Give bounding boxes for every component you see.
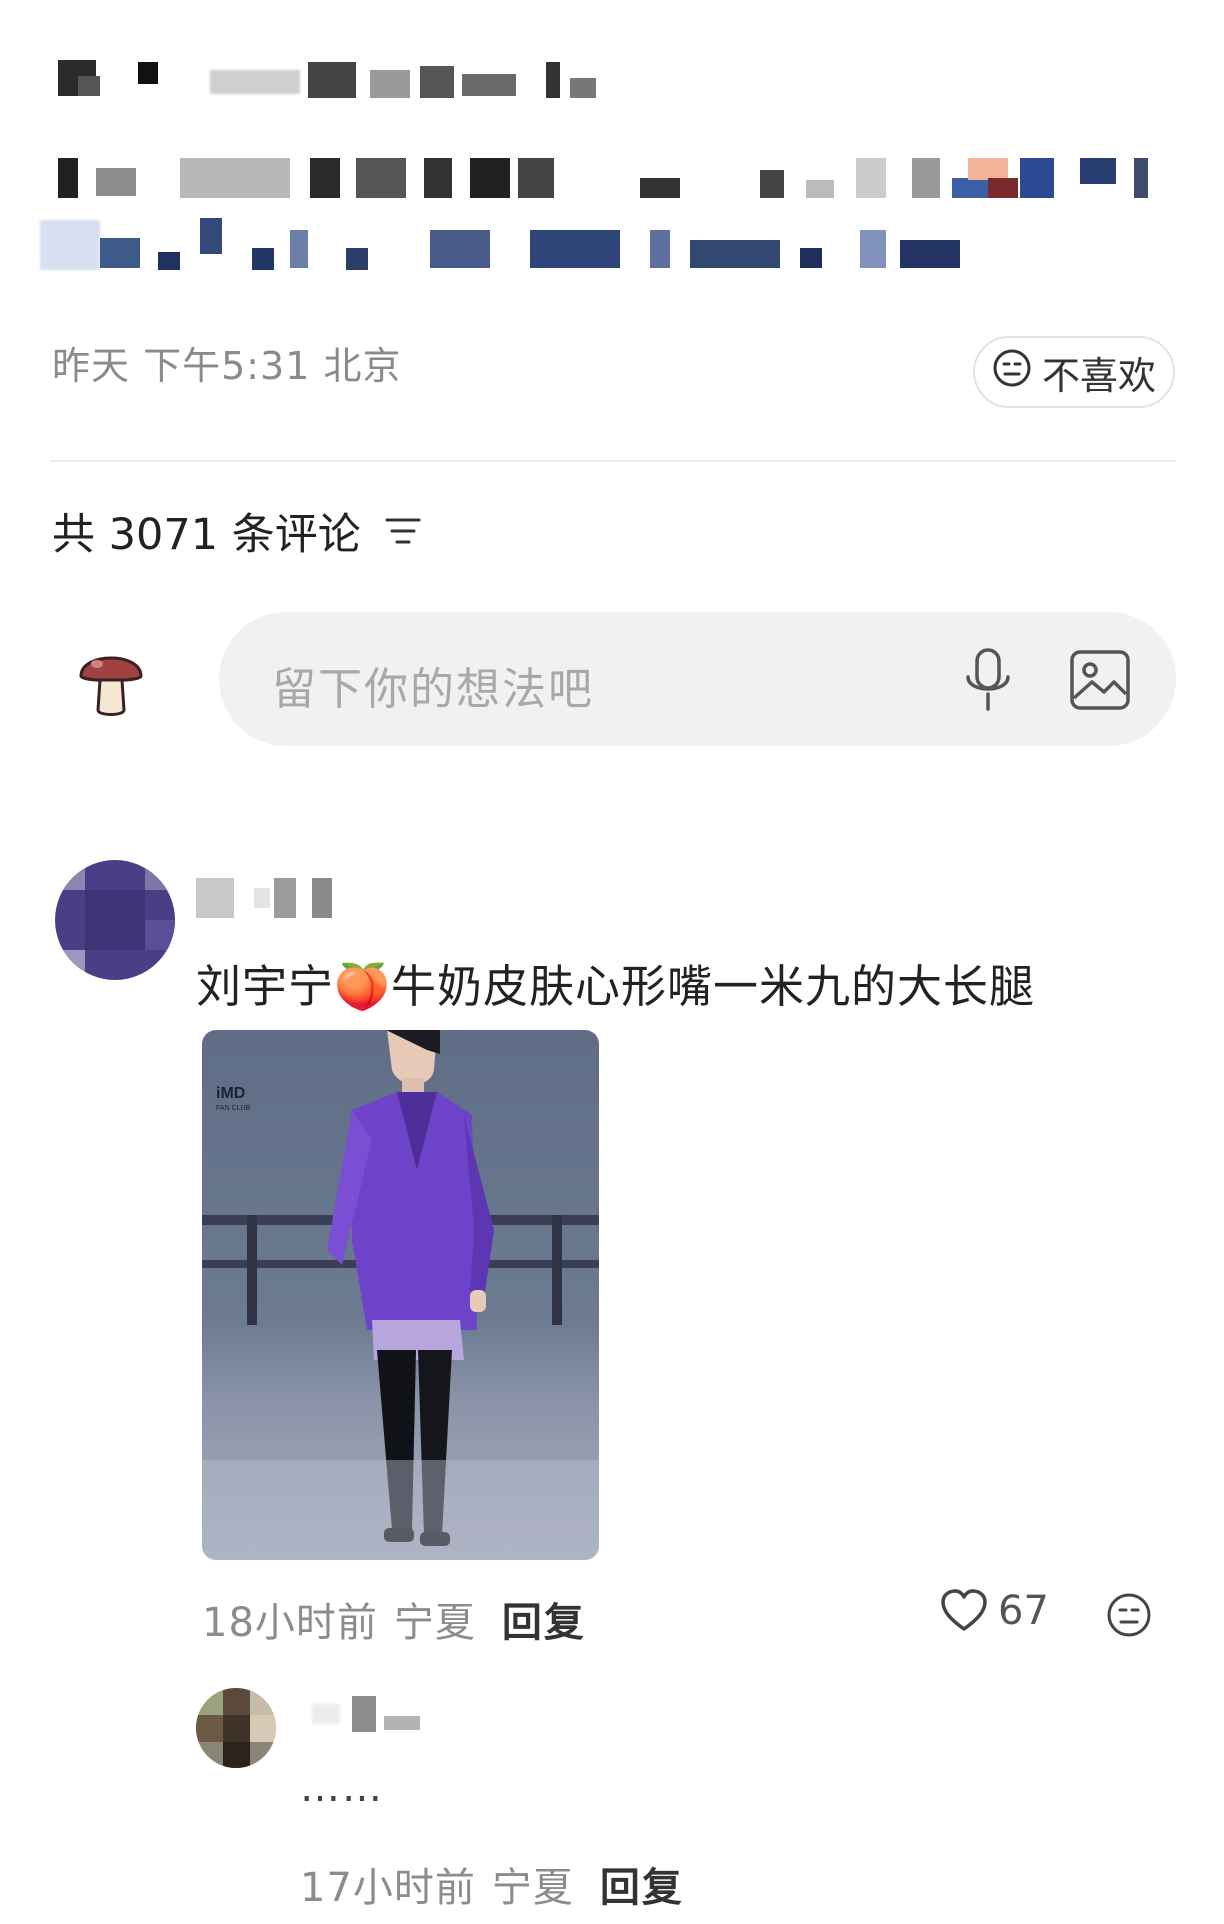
dislike-face-icon[interactable] [1106,1592,1152,1642]
like-count: 67 [998,1588,1049,1634]
comment-time: 18小时前 [202,1600,378,1646]
comment-image[interactable]: iMD FAN CLUB [202,1030,599,1560]
svg-text:iMD: iMD [216,1085,245,1102]
dislike-button[interactable]: 不喜欢 [973,336,1175,408]
sort-filter-icon[interactable] [383,514,423,548]
comments-header: 共 3071 条评论 [52,500,423,562]
mushroom-avatar-icon [75,640,147,718]
commenter-name-blurred[interactable] [196,878,346,918]
comment-text: 刘宇宁🍑牛奶皮肤心形嘴一米九的大长腿 [196,960,1036,1013]
reply-name-blurred[interactable] [312,1696,432,1736]
reply-reply-button[interactable]: 回复 [600,1855,684,1913]
dislike-label: 不喜欢 [1041,353,1156,398]
comment-input-placeholder[interactable]: 留下你的想法吧 [272,653,594,717]
post-meta: 昨天 下午5:31 北京 [52,344,402,388]
reply-avatar[interactable] [196,1688,276,1768]
comment-meta-row: 18小时前 宁夏 回复 [202,1590,586,1648]
like-button[interactable]: 67 [940,1588,1049,1634]
commenter-avatar[interactable] [55,860,175,980]
post-text-blurred [40,40,1180,280]
reply-location: 宁夏 [491,1865,574,1911]
reply-button[interactable]: 回复 [502,1590,586,1648]
heart-icon [940,1589,988,1633]
dislike-face-icon [992,348,1032,397]
comment-location: 宁夏 [393,1600,476,1646]
comments-count-title: 共 3071 条评论 [52,510,361,560]
image-icon[interactable] [1068,648,1132,712]
reply-time: 17小时前 [300,1865,476,1911]
divider [50,460,1176,462]
reply-meta-row: 17小时前 宁夏 回复 [300,1855,684,1913]
reply-text: …… [300,1765,384,1811]
microphone-icon[interactable] [962,647,1014,713]
svg-text:FAN CLUB: FAN CLUB [216,1105,251,1112]
